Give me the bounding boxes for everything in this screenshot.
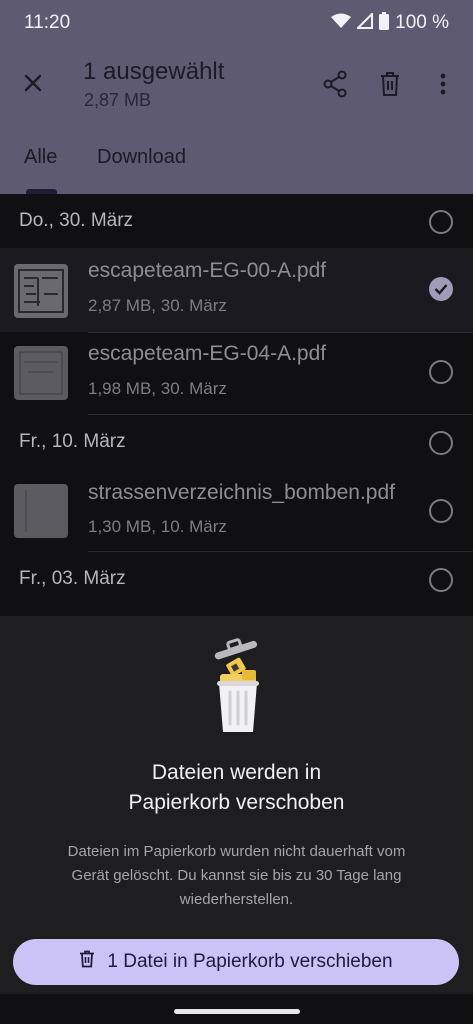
home-gesture-handle[interactable] (174, 1009, 300, 1014)
trash-icon (79, 950, 95, 974)
sheet-description: Dateien im Papierkorb wurden nicht dauer… (20, 840, 453, 912)
file-name: escapeteam-EG-00-A.pdf (88, 259, 327, 282)
date-label: Do., 30. März (19, 210, 134, 231)
group-select-radio[interactable] (429, 210, 453, 234)
group-select-radio[interactable] (429, 568, 453, 592)
status-bar: 11:20 100 % (0, 0, 473, 46)
app-bar-region: 11:20 100 % 1 ausgewählt 2,87 MB Alle Do… (0, 0, 473, 194)
date-label: Fr., 03. März (19, 568, 126, 589)
date-label: Fr., 10. März (19, 431, 126, 452)
file-row[interactable]: escapeteam-EG-04-A.pdf 1,98 MB, 30. März (0, 333, 473, 414)
file-meta: 2,87 MB, 30. März (88, 296, 227, 315)
date-group-header: Do., 30. März (0, 194, 473, 248)
sheet-title-line: Dateien werden in (151, 761, 322, 784)
share-icon[interactable] (320, 68, 350, 100)
trash-can-illustration (206, 636, 270, 736)
checkmark-icon[interactable] (429, 277, 453, 301)
battery-icon (379, 11, 390, 35)
more-vert-icon[interactable] (428, 68, 458, 100)
file-row[interactable]: strassenverzeichnis_bomben.pdf 1,30 MB, … (0, 469, 473, 551)
selection-size: 2,87 MB (84, 90, 152, 110)
sheet-body-line: Dateien im Papierkorb wurden nicht dauer… (67, 843, 406, 860)
delete-icon[interactable] (375, 68, 405, 100)
group-select-radio[interactable] (429, 431, 453, 455)
file-meta: 1,30 MB, 10. März (88, 517, 227, 536)
file-name: strassenverzeichnis_bomben.pdf (88, 481, 396, 504)
selection-title: 1 ausgewählt (83, 58, 225, 85)
select-radio[interactable] (429, 360, 453, 384)
wifi-icon (331, 13, 352, 34)
sheet-title: Dateien werden in Papierkorb verschoben (0, 758, 473, 818)
file-thumbnail (14, 264, 68, 318)
status-time: 11:20 (24, 12, 71, 33)
close-icon[interactable] (18, 68, 48, 98)
move-to-trash-button[interactable]: 1 Datei in Papierkorb verschieben (13, 939, 459, 985)
sheet-title-line: Papierkorb verschoben (128, 791, 345, 814)
date-group-header: Fr., 03. März (0, 552, 473, 606)
file-meta: 1,98 MB, 30. März (88, 379, 227, 398)
file-row[interactable]: escapeteam-EG-00-A.pdf 2,87 MB, 30. März (0, 248, 473, 332)
sheet-body-line: wiederherstellen. (179, 891, 294, 908)
sheet-body-line: Gerät gelöscht. Du kannst sie bis zu 30 … (71, 867, 402, 884)
date-group-header: Fr., 10. März (0, 415, 473, 469)
tab-download[interactable]: Download (97, 146, 186, 169)
status-icons: 100 % (331, 11, 449, 35)
move-to-trash-label: 1 Datei in Papierkorb verschieben (107, 951, 393, 972)
select-radio[interactable] (429, 499, 453, 523)
file-name: escapeteam-EG-04-A.pdf (88, 342, 327, 365)
file-list: Do., 30. März escapeteam-EG-00-A.pdf 2,8… (0, 194, 473, 616)
file-thumbnail (14, 484, 68, 538)
tab-all[interactable]: Alle (24, 146, 57, 169)
battery-percent: 100 % (395, 12, 449, 33)
file-thumbnail (14, 346, 68, 400)
cell-signal-icon (355, 11, 374, 34)
